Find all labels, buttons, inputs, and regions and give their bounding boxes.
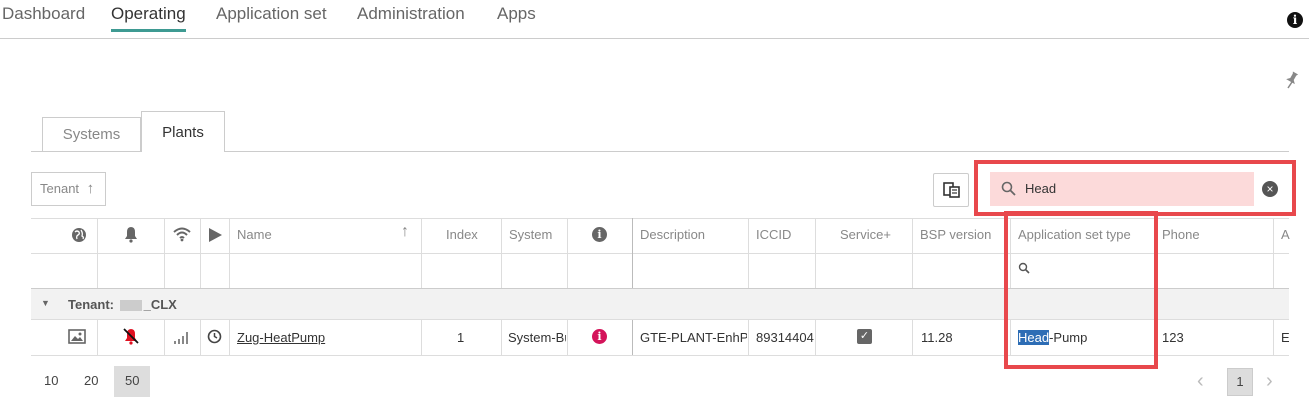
col-divider: [421, 218, 422, 288]
nav-application-set[interactable]: Application set: [216, 4, 327, 24]
col-divider: [815, 218, 816, 288]
col-divider: [748, 320, 749, 355]
prev-page-icon[interactable]: ‹: [1197, 370, 1204, 393]
col-divider: [912, 320, 913, 355]
nav-operating[interactable]: Operating: [111, 4, 186, 24]
page-size-20[interactable]: 20: [84, 373, 98, 388]
globe-icon: [72, 228, 86, 242]
cell-index: 1: [457, 330, 465, 345]
service-plus-checkbox[interactable]: ✓: [857, 329, 872, 344]
col-divider: [164, 218, 165, 288]
col-divider: [501, 320, 502, 355]
col-header-service-plus[interactable]: Service+: [840, 227, 891, 242]
current-page-button[interactable]: 1: [1227, 368, 1253, 396]
sort-arrow-up-icon: ↑: [86, 180, 95, 197]
page-size-10[interactable]: 10: [44, 373, 58, 388]
wifi-icon: [173, 227, 191, 242]
cell-system: System-Bu: [508, 330, 566, 345]
columns-icon: [943, 182, 960, 198]
search-highlight-box: [974, 160, 1296, 216]
cell-phone: 123: [1162, 330, 1184, 345]
cell-iccid: 89314404: [756, 330, 814, 345]
tenant-sort-button[interactable]: Tenant ↑: [31, 172, 106, 206]
col-divider: [229, 320, 230, 355]
col-divider: [632, 320, 633, 355]
col-divider: [567, 218, 568, 288]
plant-name-link[interactable]: Zug-HeatPump: [237, 330, 325, 345]
col-divider: [815, 320, 816, 355]
clock-icon: [207, 329, 222, 344]
info-column-icon: i: [592, 227, 607, 242]
active-nav-indicator: [111, 29, 186, 32]
col-divider: [421, 320, 422, 355]
bell-icon: [125, 227, 137, 243]
top-nav: Dashboard Operating Application set Admi…: [0, 0, 1309, 39]
cell-extra: E: [1281, 330, 1289, 345]
col-divider: [97, 218, 98, 288]
tenant-sort-label: Tenant: [40, 181, 80, 196]
col-header-index[interactable]: Index: [446, 227, 478, 242]
column-chooser-button[interactable]: [933, 173, 969, 207]
redacted-block: [119, 300, 142, 312]
col-divider: [912, 218, 913, 288]
tab-plants[interactable]: Plants: [141, 111, 225, 152]
image-icon[interactable]: [68, 329, 86, 344]
page-size-50[interactable]: 50: [125, 373, 139, 388]
pin-icon[interactable]: [1284, 71, 1300, 89]
nav-dashboard[interactable]: Dashboard: [2, 4, 85, 24]
col-header-system[interactable]: System: [509, 227, 552, 242]
collapse-caret-icon[interactable]: ▼: [41, 298, 50, 308]
col-divider: [1273, 320, 1274, 355]
next-page-icon[interactable]: ›: [1266, 370, 1273, 393]
col-header-description[interactable]: Description: [640, 227, 705, 242]
col-divider: [632, 218, 633, 288]
col-divider: [200, 218, 201, 288]
col-divider: [97, 320, 98, 355]
play-icon: [209, 228, 222, 242]
col-divider: [748, 218, 749, 288]
tenant-group-prefix: Tenant:: [68, 297, 114, 312]
application-set-type-highlight-box: [1004, 211, 1158, 369]
col-divider: [567, 320, 568, 355]
info-icon[interactable]: i: [1287, 12, 1303, 28]
cell-description: GTE-PLANT-EnhPriv: [640, 330, 747, 345]
col-divider: [229, 218, 230, 288]
nav-administration[interactable]: Administration: [357, 4, 465, 24]
signal-strength-icon: [174, 332, 188, 344]
tab-systems[interactable]: Systems: [42, 117, 141, 151]
col-header-extra[interactable]: A: [1281, 227, 1290, 242]
info-alert-icon[interactable]: i: [592, 329, 607, 344]
col-divider: [164, 320, 165, 355]
col-header-phone[interactable]: Phone: [1162, 227, 1200, 242]
col-divider: [501, 218, 502, 288]
alarm-bell-icon[interactable]: [122, 327, 140, 345]
col-header-bsp-version[interactable]: BSP version: [920, 227, 991, 242]
tenant-group-suffix: _CLX: [143, 297, 177, 312]
col-divider: [200, 320, 201, 355]
col-divider: [1273, 218, 1274, 288]
nav-apps[interactable]: Apps: [497, 4, 536, 24]
col-header-iccid[interactable]: ICCID: [756, 227, 791, 242]
sort-arrow-up-icon[interactable]: ↑: [401, 223, 409, 241]
col-header-name[interactable]: Name: [237, 227, 272, 242]
cell-bsp-version: 11.28: [921, 330, 953, 345]
tenant-group-label: Tenant: _CLX: [68, 297, 177, 312]
